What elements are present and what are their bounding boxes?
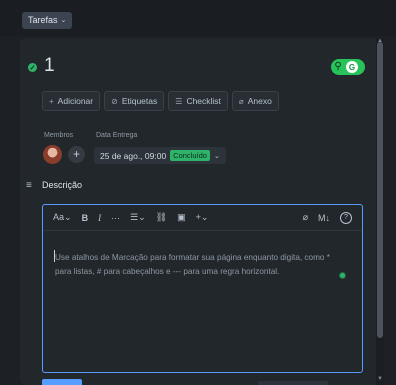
- power-up-letter: G: [346, 61, 358, 73]
- chevron-down-icon: ⌄: [213, 152, 220, 160]
- board-selector-label: Tarefas: [28, 15, 58, 25]
- chevron-down-icon: ⌄: [60, 17, 67, 24]
- paperclip-icon: ⌀: [238, 96, 244, 106]
- add-member-button[interactable]: +: [68, 146, 85, 163]
- description-title: Descrição: [42, 180, 83, 190]
- card-actions: + Adicionar ⊘ Etiquetas ☰ Checklist ⌀ An…: [42, 91, 279, 111]
- italic-button[interactable]: I: [98, 213, 101, 223]
- labels-label: Etiquetas: [121, 96, 158, 106]
- description-icon: ≡: [26, 180, 32, 191]
- cancel-button[interactable]: [258, 381, 328, 385]
- insert-dropdown[interactable]: +⌄: [196, 212, 209, 223]
- more-formatting-button[interactable]: ···: [111, 213, 120, 223]
- checklist-icon: ☰: [175, 96, 183, 106]
- board-selector-button[interactable]: Tarefas ⌄: [22, 12, 73, 29]
- app-frame: Tarefas ⌄ ✓ 1 ⚲ G + Adicionar ⊘ Etiqueta…: [0, 0, 396, 385]
- editor-toolbar: Aa⌄ B I ··· ☰⌄ ⛓ ▣ +⌄ ⌀ M↓ ?: [43, 205, 362, 231]
- power-up-badge[interactable]: ⚲ G: [331, 59, 365, 75]
- add-label: Adicionar: [57, 96, 94, 106]
- member-avatar[interactable]: [43, 145, 62, 164]
- image-icon[interactable]: ▣: [177, 212, 186, 223]
- scrollbar[interactable]: ▲ ▼: [376, 38, 384, 385]
- top-bar: Tarefas ⌄: [0, 0, 396, 36]
- bold-button[interactable]: B: [82, 213, 89, 223]
- scroll-down-icon[interactable]: ▼: [377, 376, 383, 382]
- labels-button[interactable]: ⊘ Etiquetas: [104, 91, 165, 111]
- description-editor[interactable]: Aa⌄ B I ··· ☰⌄ ⛓ ▣ +⌄ ⌀ M↓ ? Use atalhos…: [42, 204, 363, 373]
- checklist-button[interactable]: ☰ Checklist: [168, 91, 228, 111]
- attachment-button[interactable]: ⌀ Anexo: [231, 91, 279, 111]
- complete-check-icon[interactable]: ✓: [28, 63, 37, 72]
- text-style-dropdown[interactable]: Aa⌄: [53, 212, 72, 223]
- checklist-label: Checklist: [186, 96, 221, 106]
- map-pin-icon: ⚲: [334, 61, 342, 72]
- grammar-check-icon[interactable]: [340, 273, 345, 278]
- due-date-value: 25 de ago., 09:00: [100, 150, 167, 161]
- plus-icon: +: [49, 96, 54, 106]
- members-label: Membros: [44, 132, 74, 139]
- due-date-button[interactable]: 25 de ago., 09:00 Concluído ⌄: [94, 147, 226, 164]
- due-date-label: Data Entrega: [96, 132, 138, 139]
- attachment-icon[interactable]: ⌀: [303, 212, 308, 223]
- scrollbar-thumb[interactable]: [377, 42, 383, 338]
- tag-icon: ⊘: [111, 96, 118, 106]
- list-dropdown[interactable]: ☰⌄: [130, 212, 146, 223]
- add-button[interactable]: + Adicionar: [42, 91, 101, 111]
- save-button[interactable]: [42, 379, 82, 385]
- help-icon[interactable]: ?: [340, 211, 352, 224]
- card-detail-panel: ✓ 1 ⚲ G + Adicionar ⊘ Etiquetas ☰ Checkl…: [20, 38, 384, 385]
- editor-placeholder: Use atalhos de Marcação para formatar su…: [55, 253, 330, 276]
- attachment-label: Anexo: [247, 96, 272, 106]
- markdown-icon[interactable]: M↓: [318, 213, 330, 223]
- due-status-badge: Concluído: [170, 150, 210, 161]
- card-title[interactable]: 1: [44, 55, 55, 77]
- link-icon[interactable]: ⛓: [156, 212, 167, 223]
